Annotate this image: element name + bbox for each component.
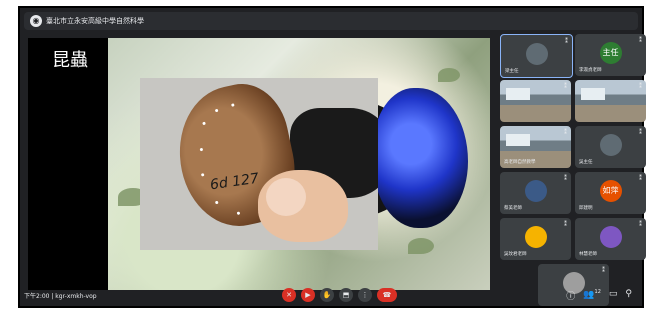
participant-tile[interactable]: 吳主任 ⁑ [575,126,646,168]
participant-tile[interactable]: 如萍 邱建明 ⁑ [575,172,646,214]
butterfly-blue-wing [373,88,468,228]
participant-tile[interactable]: 蔡美老師 ⁑ [500,172,571,214]
participant-name: 吳主任 [579,160,593,165]
participant-tile[interactable]: 吳玟君老師 ⁑ [500,218,571,260]
mic-icon: ⁑ [639,129,642,136]
specimen-photo: 6d 127 [140,78,378,250]
mic-icon: ⁑ [639,221,642,228]
meeting-title: 臺北市立永安高級中學自然科學 [46,17,144,25]
thumbnail-nail [266,178,306,216]
participant-name: 吳玟君老師 [504,252,527,257]
presentation-stage[interactable]: 6d 127 昆蟲 [28,38,490,290]
participant-tile[interactable]: 高老師自然教學 ⁑ [500,126,571,168]
participant-avatar [599,226,622,249]
participant-name: 梁主任 [505,69,519,74]
control-bar: 下午2:00 | kgr-xmkh-vop ✕ ▶ ✋ ⬒ ⋮ ☎ ⓘ 👥12 … [20,284,642,306]
participant-video [525,43,548,66]
meet-window: ◉ 臺北市立永安高級中學自然科學 6d 127 昆蟲 梁主任 ⁑ 主任 李淑貞老… [18,6,646,308]
participant-tile[interactable]: ⁑ [500,80,571,122]
participant-name: 林慧老師 [579,252,597,257]
participant-avatar: 主任 [599,42,622,65]
side-panel-buttons: ⓘ 👥12 ▭ ⚲ [566,289,632,302]
activities-icon[interactable]: ⚲ [625,289,632,302]
mic-off-icon[interactable]: ✕ [282,288,296,302]
mic-icon: ⁑ [564,129,567,136]
top-bar: ◉ 臺北市立永安高級中學自然科學 [24,12,638,30]
participant-tile[interactable]: 主任 李淑貞老師 ⁑ [575,34,646,76]
camera-off-icon[interactable]: ▶ [301,288,315,302]
participant-name: 高老師自然教學 [504,160,536,165]
participant-video [599,134,622,157]
people-icon[interactable]: 👥12 [583,289,601,302]
leaf-decoration [438,68,460,82]
mic-icon: ⁑ [639,175,642,182]
mic-icon: ⁑ [564,83,567,90]
more-icon[interactable]: ⋮ [358,288,372,302]
participant-tile[interactable]: 林慧老師 ⁑ [575,218,646,260]
chat-icon[interactable]: ▭ [609,289,618,302]
participant-avatar [524,226,547,249]
participant-avatar [524,180,547,203]
participant-avatar: 如萍 [599,180,622,203]
participant-tile[interactable]: ⁑ [575,80,646,122]
meet-logo-icon: ◉ [30,15,42,27]
mic-icon: ⁑ [639,83,642,90]
info-icon[interactable]: ⓘ [566,289,575,302]
present-icon[interactable]: ⬒ [339,288,353,302]
participant-tile[interactable]: 梁主任 ⁑ [500,34,573,78]
leaf-decoration [408,238,434,254]
mic-icon: ⁑ [565,38,568,45]
mic-icon: ⁑ [564,175,567,182]
participant-name: 蔡美老師 [504,206,522,211]
hand-icon[interactable]: ✋ [320,288,334,302]
hangup-icon[interactable]: ☎ [377,288,397,302]
call-controls: ✕ ▶ ✋ ⬒ ⋮ ☎ [282,288,397,302]
slide-title: 昆蟲 [52,50,88,71]
mic-icon: ⁑ [639,37,642,44]
participant-name: 李淑貞老師 [579,68,602,73]
mic-icon: ⁑ [564,221,567,228]
participant-name: 邱建明 [579,206,593,211]
mic-icon: ⁑ [602,267,605,274]
meeting-time-code: 下午2:00 | kgr-xmkh-vop [24,293,97,300]
